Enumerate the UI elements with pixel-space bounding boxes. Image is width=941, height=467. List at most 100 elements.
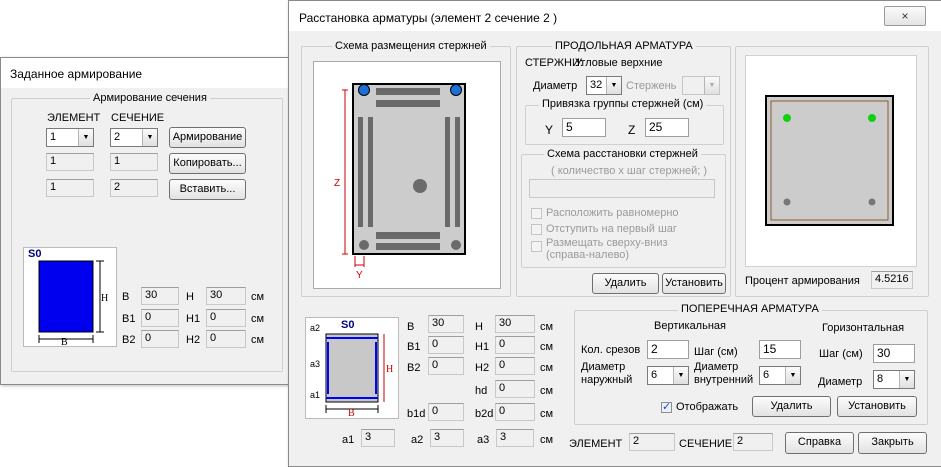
top-down-label: Размещать сверху-вниз bbox=[546, 237, 668, 249]
dim-label-hd: hd bbox=[475, 385, 488, 397]
height-letter: H bbox=[386, 364, 393, 375]
z-input[interactable]: 25 bbox=[645, 118, 689, 137]
outer-diameter-label-2: наружный bbox=[581, 374, 633, 386]
dim-label-b: B bbox=[407, 321, 415, 333]
element-label: ЭЛЕМЕНТ bbox=[47, 112, 101, 124]
dim-b: 30 bbox=[141, 287, 179, 305]
group-title: ПРОДОЛЬНАЯ АРМАТУРА bbox=[552, 40, 696, 52]
dim-h: 30 bbox=[495, 315, 535, 333]
first-step-offset-label: Отступить на первый шаг bbox=[546, 223, 677, 235]
footer-element-label: ЭЛЕМЕНТ bbox=[569, 438, 623, 450]
section-shape-preview: S0 H B bbox=[23, 247, 117, 348]
section-select[interactable]: 2 ▼ bbox=[110, 128, 158, 147]
step-h-input[interactable]: 30 bbox=[873, 344, 915, 363]
dim-label-b2: B2 bbox=[407, 362, 421, 374]
dim-h2: 0 bbox=[495, 357, 535, 375]
section-row-2: 2 bbox=[110, 179, 158, 197]
element-select[interactable]: 1 ▼ bbox=[46, 128, 94, 147]
rod-select[interactable]: ▼ bbox=[682, 76, 720, 95]
width-letter: B bbox=[61, 337, 68, 348]
window-title: Расстановка арматуры (элемент 2 сечение … bbox=[299, 11, 558, 25]
diameter-select[interactable]: 32 ▼ bbox=[586, 76, 622, 95]
cuts-label: Кол. срезов bbox=[581, 344, 641, 356]
diameter-label: Диаметр bbox=[533, 80, 578, 92]
copy-button[interactable]: Копировать... bbox=[169, 153, 246, 174]
window-title: Заданное армирование bbox=[10, 67, 143, 81]
y-input[interactable]: 5 bbox=[562, 118, 606, 137]
y-label: Y bbox=[545, 123, 554, 137]
group-title: Схема размещения стержней bbox=[332, 40, 490, 52]
percent-label: Процент армирования bbox=[745, 275, 860, 287]
dim-b1: 0 bbox=[428, 336, 464, 354]
section-preview-drawing bbox=[765, 95, 894, 226]
transverse-delete-button[interactable]: Удалить bbox=[752, 396, 831, 417]
group-title: Армирование сечения bbox=[90, 92, 210, 104]
inner-diameter-label: Диаметр bbox=[694, 361, 739, 373]
display-label: Отображать bbox=[676, 401, 739, 413]
rod-scheme-canvas[interactable]: Z Y bbox=[313, 61, 501, 289]
dim-b2: 0 bbox=[141, 330, 179, 348]
group-title: Схема расстановки стержней bbox=[544, 148, 701, 160]
outer-diameter-select[interactable]: 6 ▼ bbox=[647, 366, 689, 385]
layout-input[interactable] bbox=[529, 179, 715, 198]
window-titlebar[interactable]: Расстановка арматуры (элемент 2 сечение … bbox=[289, 1, 941, 31]
footer-element-value: 2 bbox=[629, 433, 675, 451]
transverse-install-button[interactable]: Установить bbox=[837, 396, 917, 417]
longitudinal-install-button[interactable]: Установить bbox=[662, 273, 726, 294]
rod-scheme-drawing: Z Y bbox=[334, 83, 466, 281]
close-icon: × bbox=[901, 9, 909, 23]
height-letter: H bbox=[101, 293, 108, 304]
unit-label: см bbox=[540, 321, 554, 333]
unit-label: см bbox=[251, 334, 265, 346]
reinforcement-button[interactable]: Армирование bbox=[169, 127, 246, 148]
window-titlebar[interactable]: Заданное армирование bbox=[1, 58, 293, 88]
distribute-evenly-label: Расположить равномерно bbox=[546, 207, 679, 219]
cuts-input[interactable]: 2 bbox=[647, 340, 689, 359]
distribute-evenly-checkbox[interactable] bbox=[531, 208, 542, 219]
help-button[interactable]: Справка bbox=[785, 432, 854, 454]
dim-b1d: 0 bbox=[428, 403, 464, 421]
dim-a2: 3 bbox=[430, 429, 464, 447]
width-letter: B bbox=[348, 408, 355, 419]
footer-section-value: 2 bbox=[733, 433, 773, 451]
percent-value: 4.5216 bbox=[871, 271, 913, 289]
top-down-checkbox[interactable] bbox=[531, 241, 542, 252]
chevron-down-icon: ▼ bbox=[673, 367, 688, 384]
dim-label-h2: H2 bbox=[186, 334, 201, 346]
chevron-down-icon: ▼ bbox=[899, 371, 914, 388]
paste-button[interactable]: Вставить... bbox=[169, 179, 246, 200]
first-step-offset-checkbox[interactable] bbox=[531, 224, 542, 235]
dim-label-h: H bbox=[475, 321, 483, 333]
outer-diameter-label: Диаметр bbox=[581, 361, 626, 373]
dim-a3: 3 bbox=[496, 429, 534, 447]
unit-label: см bbox=[251, 291, 265, 303]
layout-hint: ( количество х шаг стержней; ) bbox=[551, 165, 708, 177]
inner-diameter-select[interactable]: 6 ▼ bbox=[759, 366, 801, 385]
section-shape-preview: S0 a2 a3 a1 H B bbox=[305, 317, 399, 419]
a2-label: a2 bbox=[310, 323, 320, 333]
step-h-label: Шаг (см) bbox=[819, 348, 863, 360]
dim-label-h: H bbox=[186, 291, 194, 303]
dim-label-a2: a2 bbox=[411, 434, 424, 446]
rods-value: Угловые верхние bbox=[575, 57, 663, 69]
rod-label: Стержень bbox=[626, 80, 677, 92]
dim-a1: 3 bbox=[361, 429, 395, 447]
chevron-down-icon: ▼ bbox=[142, 129, 157, 146]
unit-label: см bbox=[540, 385, 554, 397]
close-dialog-button[interactable]: Закрыть bbox=[858, 432, 927, 454]
unit-label: см bbox=[540, 362, 554, 374]
close-button[interactable]: × bbox=[884, 6, 926, 26]
dim-label-a3: a3 bbox=[477, 434, 490, 446]
step-v-input[interactable]: 15 bbox=[759, 340, 801, 359]
horizontal-diameter-select[interactable]: 8 ▼ bbox=[873, 370, 915, 389]
section-shape-drawing: a2 a3 a1 H B bbox=[310, 323, 393, 419]
top-down-label-2: (справа-налево) bbox=[546, 249, 630, 261]
a1-label: a1 bbox=[310, 390, 320, 400]
dim-label-b2d: b2d bbox=[475, 408, 494, 420]
dim-b2: 0 bbox=[428, 357, 464, 375]
display-checkbox[interactable] bbox=[661, 400, 672, 413]
dim-b2d: 0 bbox=[495, 403, 535, 421]
dim-label-h1: H1 bbox=[186, 313, 201, 325]
dim-h: 30 bbox=[206, 287, 246, 305]
longitudinal-delete-button[interactable]: Удалить bbox=[592, 273, 659, 294]
